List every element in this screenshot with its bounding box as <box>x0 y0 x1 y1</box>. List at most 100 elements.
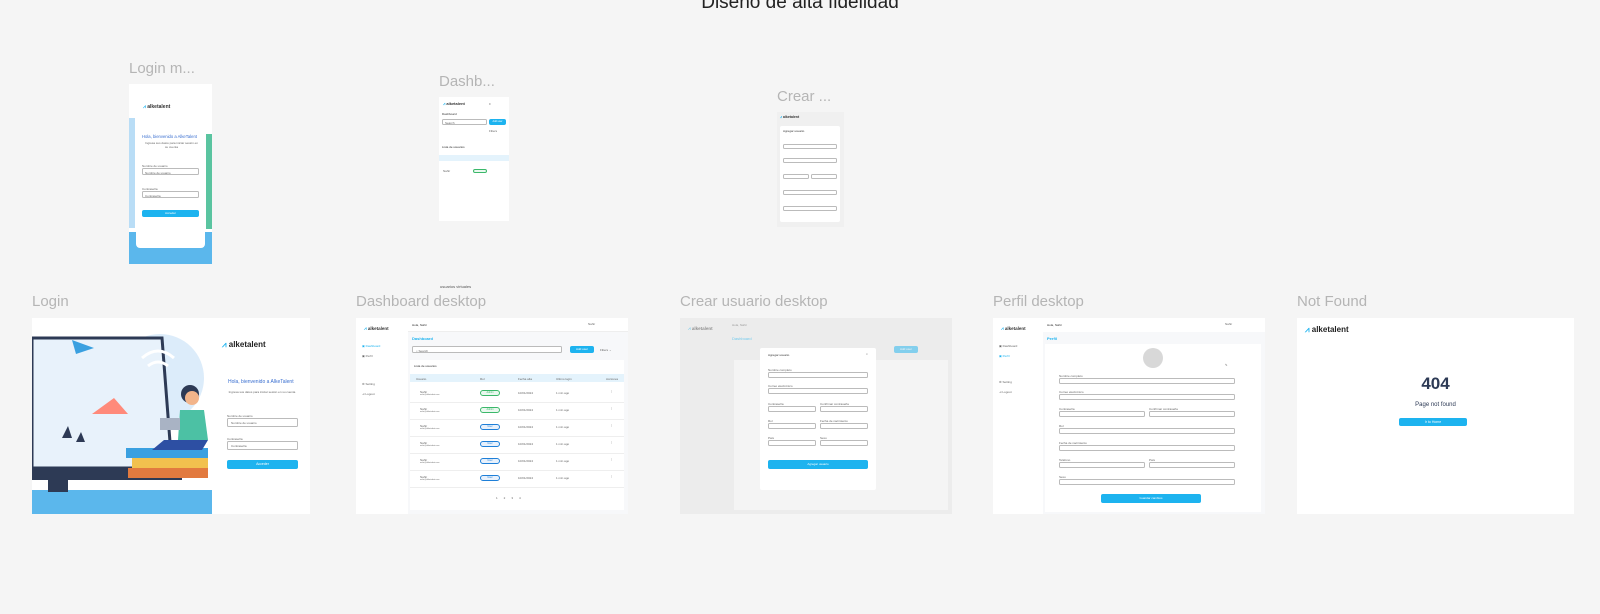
frame-dashboard-desktop[interactable]: ⩘ alketalent ▣ Dashboard ▣ Perfil ⚙ Sett… <box>356 318 628 514</box>
brand-logo: ⩘ alketalent <box>364 326 389 331</box>
fecha-input[interactable] <box>783 206 837 211</box>
table-row[interactable]: Nahir nahir@alketalent.com Admin 10/01/2… <box>410 403 624 420</box>
brand-logo: ⩘ alketalent <box>688 326 713 331</box>
sidebar-item-perfil[interactable]: ▣ Perfil <box>362 354 373 358</box>
sidebar-item-settings[interactable]: ⚙ Setting <box>999 380 1012 384</box>
row-actions-icon[interactable]: ⋮ <box>610 423 613 427</box>
tiny-caption: usuarios virtuales <box>440 284 472 289</box>
row-actions-icon[interactable]: ⋮ <box>610 440 613 444</box>
sidebar-item-dashboard[interactable]: ▣ Dashboard <box>999 344 1017 348</box>
edit-icon[interactable]: ✎ <box>1225 363 1228 367</box>
table-header: Usuario Rol Fecha alta Ultimo login Acci… <box>410 374 624 382</box>
dashboard-title: Dashboard <box>442 112 457 116</box>
filters-button[interactable]: Filters ⌄ <box>600 348 612 352</box>
login-subtitle: Ingresa sus datos para iniciar sesión en… <box>228 390 296 394</box>
sidebar: ⩘ alketalent ▣ Dashboard ▣ Perfil ⚙ Sett… <box>356 318 408 514</box>
telefono-input[interactable] <box>1059 462 1145 468</box>
login-subtitle: Ingresa sus datos para iniciar sesión en… <box>145 141 198 149</box>
table-row[interactable]: Nahir nahir@alketalent.com User 10/01/20… <box>410 471 624 488</box>
sexo-select[interactable] <box>1059 479 1235 485</box>
avatar <box>1143 348 1163 368</box>
go-home-button[interactable]: Ir to Home <box>1399 418 1467 426</box>
login-submit-button[interactable]: Acceder <box>142 210 199 217</box>
pagination[interactable]: 1234 <box>496 496 527 500</box>
modal-submit-button[interactable]: Agregar usuario <box>768 460 868 469</box>
fecha-input[interactable] <box>1059 445 1235 451</box>
frame-label-dashboard-mobile: Dashb... <box>439 73 495 90</box>
rol-input[interactable] <box>1059 428 1235 434</box>
rol-input[interactable] <box>783 190 837 195</box>
frame-not-found[interactable]: ⩘ alketalent 404 Page not found Ir to Ho… <box>1297 318 1574 514</box>
table-row[interactable]: Nahir nahir@alketalent.com Admin 10/01/2… <box>410 386 624 403</box>
row-actions-icon[interactable]: ⋮ <box>610 389 613 393</box>
correo-input[interactable] <box>768 388 868 394</box>
contrasena-input[interactable] <box>1059 411 1145 417</box>
add-user-button[interactable]: Add user <box>894 346 918 353</box>
frame-login-desktop[interactable]: ⩘ alketalent Hola, bienvenido a AlkeTale… <box>32 318 310 514</box>
frame-login-mobile[interactable]: ⩘ alketalent Hola, bienvenido a AlkeTale… <box>129 84 212 264</box>
users-table-card: Lista de usuarios Usuario Rol Fecha alta… <box>410 360 624 510</box>
sidebar: ⩘ alketalent ▣ Dashboard ▣ Perfil ⚙ Sett… <box>993 318 1043 514</box>
confirmar-input[interactable] <box>1149 411 1235 417</box>
user-input[interactable]: Nombre de usuario <box>142 168 199 175</box>
brand-logo: ⩘ alketalent <box>780 115 800 119</box>
correo-input[interactable] <box>783 158 837 163</box>
filters-button[interactable]: Filters <box>489 129 497 133</box>
user-name: Nahir <box>588 322 596 326</box>
column-header: Acciones <box>606 376 619 381</box>
correo-input[interactable] <box>1059 394 1235 400</box>
row-actions-icon[interactable]: ⋮ <box>610 406 613 410</box>
frame-label-crear: Crear usuario desktop <box>680 293 828 310</box>
add-user-modal: Agregar usuario × Nombre completo Correo… <box>760 348 876 490</box>
pass-input[interactable]: Contraseña <box>142 191 199 198</box>
sidebar-item-dashboard[interactable]: ▣ Dashboard <box>362 344 380 348</box>
search-input[interactable]: Search <box>442 119 487 125</box>
illustration-strip-left <box>129 118 135 228</box>
illustration-strip-right <box>206 134 212 229</box>
add-user-button[interactable]: Add user <box>570 346 594 353</box>
pais-select[interactable] <box>768 440 816 446</box>
user-input[interactable]: Nombre de usuario <box>227 418 298 427</box>
brand-logo: ⩘ alketalent <box>222 340 266 349</box>
save-button[interactable]: Guardar cambios <box>1101 494 1201 503</box>
contrasena-input[interactable] <box>783 174 809 179</box>
rol-input[interactable] <box>768 423 816 429</box>
nombre-input[interactable] <box>1059 378 1235 384</box>
menu-icon[interactable]: ≡ <box>489 102 491 106</box>
login-illustration <box>32 318 212 514</box>
table-row[interactable]: Nahir nahir@alketalent.com User 10/01/20… <box>410 437 624 454</box>
frame-dashboard-mobile[interactable]: ⩘ alketalent ≡ Dashboard Search Add user… <box>439 97 509 221</box>
contrasena-input[interactable] <box>768 406 816 412</box>
add-user-button[interactable]: Add user <box>489 119 506 125</box>
frame-perfil-desktop[interactable]: ⩘ alketalent ▣ Dashboard ▣ Perfil ⚙ Sett… <box>993 318 1265 514</box>
table-row[interactable]: Nahir nahir@alketalent.com User 10/01/20… <box>410 454 624 471</box>
pass-input[interactable]: Contraseña <box>227 441 298 450</box>
dashboard-title: Dashboard <box>732 336 752 341</box>
confirmar-input[interactable] <box>811 174 837 179</box>
pais-input[interactable] <box>1149 462 1235 468</box>
login-welcome: Hola, bienvenido a AlkeTalent <box>228 379 294 385</box>
nombre-input[interactable] <box>768 372 868 378</box>
column-header: Ultimo login <box>556 376 572 381</box>
login-submit-button[interactable]: Acceder <box>227 460 298 469</box>
row-actions-icon[interactable]: ⋮ <box>610 457 613 461</box>
sexo-select[interactable] <box>820 440 868 446</box>
sidebar-item-perfil[interactable]: ▣ Perfil <box>999 354 1010 358</box>
nombre-input[interactable] <box>783 144 837 149</box>
row-actions-icon[interactable]: ⋮ <box>610 474 613 478</box>
confirmar-input[interactable] <box>820 406 868 412</box>
search-input[interactable]: ⌕ Search <box>412 346 562 353</box>
frame-crear-mobile[interactable]: ⩘ alketalent Agregar usuario <box>777 112 844 227</box>
table-row[interactable]: Nahir nahir@alketalent.com User 10/01/20… <box>410 420 624 437</box>
frame-label-dashboard: Dashboard desktop <box>356 293 487 310</box>
frame-label-login-mobile: Login m... <box>129 60 195 77</box>
page-title: Diseño de alta fidelidad <box>701 0 899 13</box>
perfil-title: Perfil <box>1047 336 1058 341</box>
fecha-input[interactable] <box>820 423 868 429</box>
sidebar-item-logout[interactable]: ⇥ Logout <box>999 390 1012 394</box>
sidebar-item-logout[interactable]: ⇥ Logout <box>362 392 375 396</box>
frame-crear-desktop[interactable]: ⩘ alketalent Hola, Nahir Dashboard Add u… <box>680 318 952 514</box>
sidebar-item-settings[interactable]: ⚙ Setting <box>362 382 375 386</box>
brand-logo: ⩘ alketalent <box>443 101 465 106</box>
close-icon[interactable]: × <box>866 352 868 356</box>
